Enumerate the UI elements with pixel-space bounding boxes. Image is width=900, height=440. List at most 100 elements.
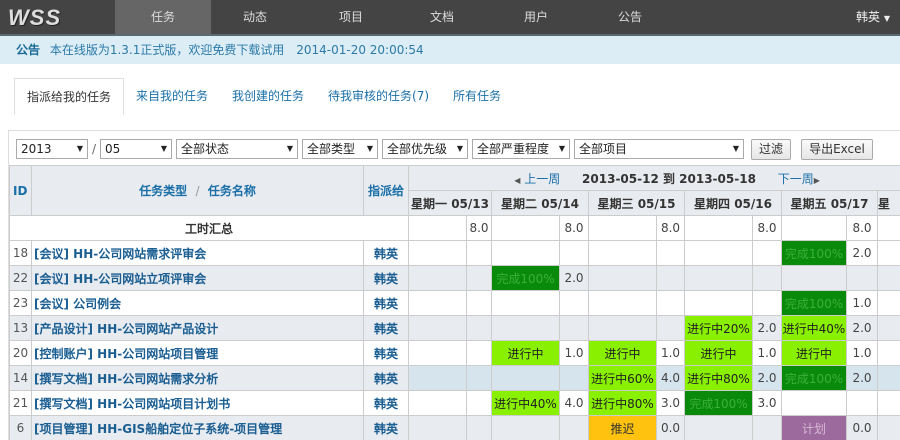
- task-assignee[interactable]: 韩英: [363, 315, 409, 341]
- nav-notice[interactable]: 公告: [582, 0, 678, 34]
- task-assignee[interactable]: 韩英: [363, 390, 409, 416]
- status-cell[interactable]: 进行中: [781, 340, 847, 366]
- hours-cell: 0.0: [846, 415, 878, 440]
- task-table: ID 任务类型 / 任务名称 指派给 ◀ 上一周 2013-05-12 到 20…: [9, 165, 900, 440]
- status-cell[interactable]: 进行中40%: [781, 315, 847, 341]
- severity-select[interactable]: 全部严重程度: [472, 139, 571, 159]
- status-cell: [877, 290, 900, 316]
- task-assignee[interactable]: 韩英: [363, 365, 409, 391]
- task-name: HH-公司网站项目计划书: [97, 396, 231, 411]
- col-name[interactable]: 任务名称: [208, 184, 256, 198]
- status-cell[interactable]: 完成100%: [781, 290, 847, 316]
- status-cell: [588, 290, 657, 316]
- hours-cell: [466, 265, 492, 291]
- col-type[interactable]: 任务类型: [139, 184, 187, 198]
- task-panel: 2013 / 05 全部状态 全部类型 全部优先级 全部严重程度 全部项目 过滤…: [8, 130, 900, 440]
- task-id: 20: [9, 340, 32, 366]
- hours-cell: [846, 265, 878, 291]
- hours-cell: [466, 315, 492, 341]
- hours-cell: [466, 365, 492, 391]
- status-cell[interactable]: 推迟: [588, 415, 657, 440]
- notice-text[interactable]: 本在线版为1.3.1正式版，欢迎免费下载试用: [50, 43, 285, 57]
- status-cell[interactable]: 进行中80%: [588, 390, 657, 416]
- summary-row: 工时汇总 8.0 8.0 8.0 8.0 8.0: [9, 215, 900, 241]
- status-cell[interactable]: 完成100%: [684, 390, 753, 416]
- next-week-link[interactable]: 下一周▶: [778, 172, 820, 186]
- task-type: [项目管理]: [34, 421, 93, 436]
- status-cell[interactable]: 进行中: [588, 340, 657, 366]
- hours-cell: [559, 240, 589, 266]
- status-cell[interactable]: 进行中60%: [588, 365, 657, 391]
- task-assignee[interactable]: 韩英: [363, 290, 409, 316]
- priority-select[interactable]: 全部优先级: [382, 139, 469, 159]
- nav-tasks[interactable]: 任务: [115, 0, 211, 34]
- year-select[interactable]: 2013: [16, 139, 88, 159]
- type-select[interactable]: 全部类型: [302, 139, 379, 159]
- status-cell[interactable]: 完成100%: [491, 265, 560, 291]
- task-link[interactable]: [会议] HH-公司网站需求评审会: [31, 240, 364, 266]
- task-id: 18: [9, 240, 32, 266]
- filter-button[interactable]: 过滤: [751, 139, 792, 160]
- task-assignee[interactable]: 韩英: [363, 265, 409, 291]
- task-assignee[interactable]: 韩英: [363, 240, 409, 266]
- status-cell[interactable]: 进行中40%: [491, 390, 560, 416]
- task-assignee[interactable]: 韩英: [363, 415, 409, 440]
- status-cell[interactable]: 完成100%: [781, 240, 847, 266]
- task-link[interactable]: [会议] 公司例会: [31, 290, 364, 316]
- task-link[interactable]: [控制账户] HH-公司网站项目管理: [31, 340, 364, 366]
- task-link[interactable]: [会议] HH-公司网站立项评审会: [31, 265, 364, 291]
- month-select[interactable]: 05: [100, 139, 173, 159]
- task-link[interactable]: [产品设计] HH-公司网站产品设计: [31, 315, 364, 341]
- logo[interactable]: WSS: [8, 5, 61, 31]
- tab-assigned-to-me[interactable]: 指派给我的任务: [14, 78, 125, 115]
- day-header: 星期四 05/16: [684, 190, 782, 216]
- hours-cell: [656, 315, 685, 341]
- tab-pending-review[interactable]: 待我审核的任务(7): [316, 78, 441, 115]
- hours-cell: 1.0: [656, 340, 685, 366]
- status-cell: [408, 365, 467, 391]
- col-id[interactable]: ID: [9, 165, 32, 216]
- tab-from-me[interactable]: 来自我的任务: [124, 78, 220, 115]
- task-id: 13: [9, 315, 32, 341]
- table-row: 18 [会议] HH-公司网站需求评审会 韩英 完成100% 2.0: [9, 240, 900, 266]
- col-type-name[interactable]: 任务类型 / 任务名称: [31, 165, 364, 216]
- status-cell: [408, 340, 467, 366]
- prev-week-link[interactable]: ◀ 上一周: [514, 172, 560, 186]
- hours-cell: [466, 240, 492, 266]
- task-name: HH-公司网站需求评审会: [73, 246, 207, 261]
- status-cell[interactable]: 进行中20%: [684, 315, 753, 341]
- task-assignee[interactable]: 韩英: [363, 340, 409, 366]
- status-cell[interactable]: 进行中: [491, 340, 560, 366]
- task-id: 14: [9, 365, 32, 391]
- status-cell: [684, 415, 753, 440]
- project-select[interactable]: 全部项目: [574, 139, 745, 159]
- col-assignee[interactable]: 指派给: [363, 165, 409, 216]
- nav-projects[interactable]: 项目: [303, 0, 399, 34]
- status-cell: [491, 215, 560, 241]
- task-name: HH-公司网站立项评审会: [73, 271, 207, 286]
- task-link[interactable]: [撰写文档] HH-公司网站需求分析: [31, 365, 364, 391]
- hours-cell: 4.0: [656, 365, 685, 391]
- status-cell[interactable]: 计划: [781, 415, 847, 440]
- tab-created-by-me[interactable]: 我创建的任务: [220, 78, 316, 115]
- nav-docs[interactable]: 文档: [394, 0, 490, 34]
- status-cell[interactable]: 进行中: [684, 340, 753, 366]
- task-type: [会议]: [34, 296, 69, 311]
- hours-cell: [656, 240, 685, 266]
- status-cell[interactable]: 完成100%: [781, 365, 847, 391]
- status-cell: [877, 365, 900, 391]
- nav-users[interactable]: 用户: [488, 0, 584, 34]
- tab-all-tasks[interactable]: 所有任务: [441, 78, 513, 115]
- col-separator: /: [195, 184, 200, 198]
- task-link[interactable]: [撰写文档] HH-公司网站项目计划书: [31, 390, 364, 416]
- status-cell[interactable]: 进行中80%: [684, 365, 753, 391]
- nav-activity[interactable]: 动态: [207, 0, 303, 34]
- user-menu[interactable]: 韩英 ▼: [856, 0, 890, 36]
- status-cell: [588, 315, 657, 341]
- hours-cell: 2.0: [752, 315, 782, 341]
- week-navigator: ◀ 上一周 2013-05-12 到 2013-05-18 下一周▶: [407, 165, 900, 191]
- status-select[interactable]: 全部状态: [176, 139, 299, 159]
- task-link[interactable]: [项目管理] HH-GIS船舶定位子系统-项目管理: [31, 415, 364, 440]
- notice-bar: 公告 本在线版为1.3.1正式版，欢迎免费下载试用 2014-01-20 20:…: [0, 36, 900, 64]
- export-excel-button[interactable]: 导出Excel: [801, 139, 873, 160]
